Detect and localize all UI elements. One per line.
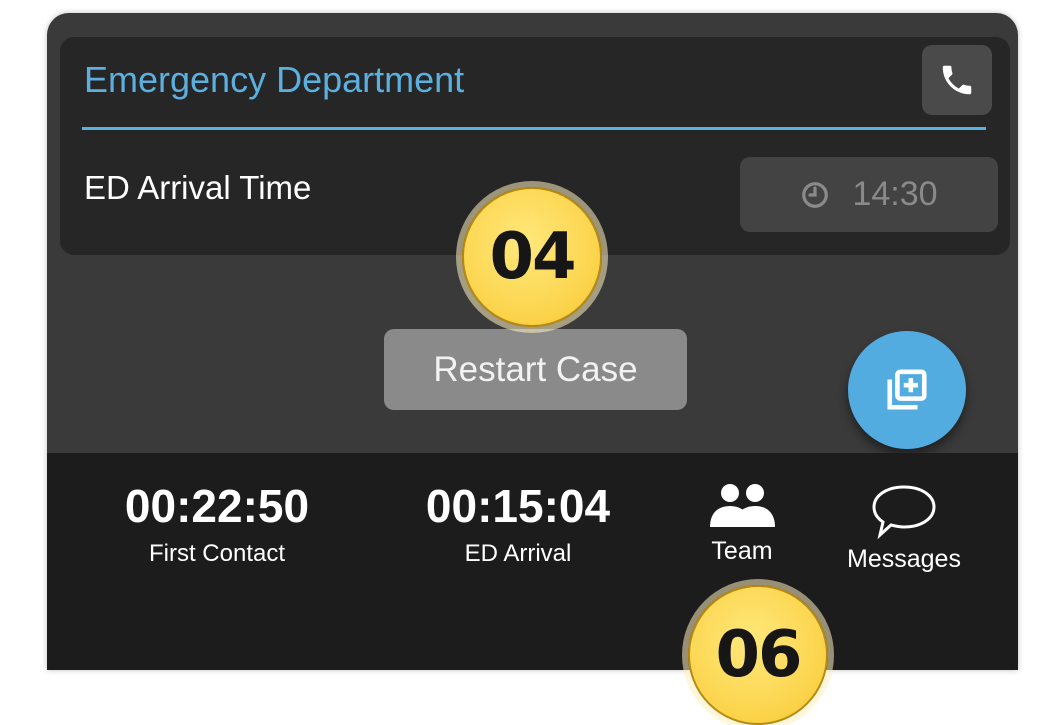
team-tab[interactable]: Team <box>687 483 797 566</box>
title-divider <box>82 127 986 130</box>
team-label: Team <box>711 537 773 565</box>
bottom-status-bar: 00:22:50 First Contact 00:15:04 ED Arriv… <box>47 453 1018 670</box>
call-button[interactable] <box>922 45 992 115</box>
messages-label: Messages <box>847 545 961 573</box>
ed-arrival-timer: 00:15:04 ED Arrival <box>393 481 643 569</box>
arrival-time-value: 14:30 <box>852 175 938 213</box>
step-badge-04: 04 <box>462 187 602 327</box>
messages-tab[interactable]: Messages <box>839 483 969 574</box>
arrival-time-field[interactable]: 14:30 <box>740 157 998 232</box>
ed-arrival-time-label: ED Arrival Time <box>84 169 312 206</box>
step-badge-06: 06 <box>688 585 828 725</box>
ed-title: Emergency Department <box>84 59 465 100</box>
clock-icon <box>802 181 829 208</box>
ed-arrival-label: ED Arrival <box>464 540 572 567</box>
first-contact-timer: 00:22:50 First Contact <box>107 481 327 569</box>
ed-arrival-value: 00:15:04 <box>425 480 611 532</box>
add-layers-icon <box>887 369 927 410</box>
team-icon <box>710 484 775 527</box>
restart-case-button[interactable]: Restart Case <box>384 329 687 410</box>
first-contact-label: First Contact <box>148 540 286 567</box>
phone-icon <box>942 65 972 95</box>
app-screen: Emergency Department ED Arrival Time 14:… <box>47 13 1018 670</box>
add-case-button[interactable] <box>848 331 966 449</box>
first-contact-value: 00:22:50 <box>124 480 310 532</box>
speech-bubble-icon <box>872 485 936 540</box>
